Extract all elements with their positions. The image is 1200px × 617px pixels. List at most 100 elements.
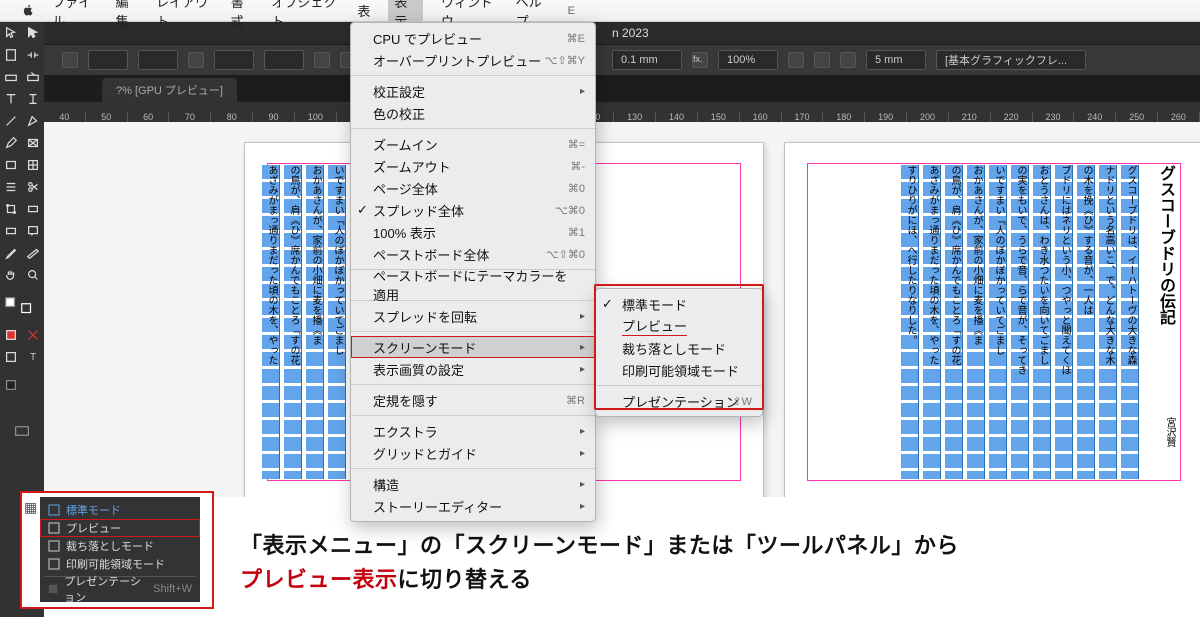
menu-entire-pasteboard[interactable]: ペーストボード全体⌥⇧⌘0	[351, 243, 595, 265]
distribute-icon[interactable]	[814, 52, 830, 68]
link-icon[interactable]	[188, 52, 204, 68]
menu-overprint-preview[interactable]: オーバープリントプレビュー⌥⇧⌘Y	[351, 49, 595, 71]
submenu-slug[interactable]: 印刷可能領域モード	[596, 359, 762, 381]
menu-fit-spread[interactable]: スプレッド全体⌥⌘0	[351, 199, 595, 221]
type-tool[interactable]	[0, 88, 22, 110]
stroke-swatch[interactable]	[16, 298, 38, 320]
text-column: の鳥が、肩《ひ》席かんでもことろ「すの花	[284, 165, 302, 479]
menu-actual-size[interactable]: 100% 表示⌘1	[351, 221, 595, 243]
caption: 「表示メニュー」の「スクリーンモード」または「ツールパネル」から プレビュー表示…	[240, 529, 1180, 597]
swap-fill-stroke-icon[interactable]	[22, 374, 44, 396]
opacity-field[interactable]: 100%	[718, 50, 778, 70]
default-fill-stroke-icon[interactable]	[0, 374, 22, 396]
menu-screen-mode[interactable]: スクリーンモード	[351, 336, 595, 358]
menu-proof-colors[interactable]: 色の校正	[351, 102, 595, 124]
direct-selection-tool[interactable]	[22, 22, 44, 44]
mode-slug[interactable]: 印刷可能領域モード	[40, 555, 200, 573]
menu-edit[interactable]: 編集	[115, 0, 138, 30]
menu-display-performance[interactable]: 表示画質の設定	[351, 358, 595, 380]
rectangle-frame-tool[interactable]	[22, 132, 44, 154]
text-column: グスコーブドリは、イーハトーヴの大きな森	[1121, 165, 1139, 479]
menu-separator	[351, 128, 595, 129]
page-tool[interactable]	[0, 44, 22, 66]
align-icon[interactable]	[788, 52, 804, 68]
char-style-icon[interactable]	[62, 52, 78, 68]
menu-proof-setup[interactable]: 校正設定	[351, 80, 595, 102]
menu-story-editor[interactable]: ストーリーエディター	[351, 495, 595, 517]
mode-presentation[interactable]: プレゼンテーション Shift+W	[40, 580, 200, 598]
submenu-presentation[interactable]: プレゼンテーション⇧W	[596, 390, 762, 412]
h-field[interactable]	[264, 50, 304, 70]
text-column: いですまい「人のぼかぼかっていてごまし	[328, 165, 346, 479]
menu-fit-page[interactable]: ページ全体⌘0	[351, 177, 595, 199]
apple-logo-icon	[22, 4, 34, 18]
grid-frame-tool[interactable]	[22, 154, 44, 176]
format-container-icon[interactable]	[22, 324, 44, 346]
screen-mode-button[interactable]	[0, 420, 44, 442]
text-column: あざみがまっ通りまだった頃の木を、やった	[262, 165, 280, 479]
submenu-preview[interactable]: プレビュー	[596, 315, 762, 337]
pencil-tool[interactable]	[0, 132, 22, 154]
scissors-tool[interactable]	[22, 176, 44, 198]
control-strip: 0.1 mm fx. 100% 5 mm [基本グラフィックフレ...	[22, 44, 1200, 76]
menu-rotate-spread[interactable]: スプレッドを回転	[351, 305, 595, 327]
menu-pasteboard-theme-color[interactable]: ペーストボードにテーマカラーを適用	[351, 274, 595, 296]
eyedropper-tool[interactable]	[0, 242, 22, 264]
format-text-icon[interactable]: T	[22, 346, 44, 368]
menu-separator	[351, 384, 595, 385]
menu-layout[interactable]: レイアウト	[156, 0, 213, 30]
graphic-frame-field[interactable]: [基本グラフィックフレ...	[936, 50, 1086, 70]
menu-table[interactable]: 表	[357, 1, 370, 20]
line-tool[interactable]	[0, 110, 22, 132]
selection-tool[interactable]	[0, 22, 22, 44]
submenu-bleed[interactable]: 裁ち落としモード	[596, 337, 762, 359]
menu-extras[interactable]: エクストラ	[351, 420, 595, 442]
horizontal-ruler: 405060708090100110 110120130140150160170…	[44, 102, 1200, 122]
vertical-type-tool[interactable]	[22, 88, 44, 110]
fx-icon[interactable]: fx.	[692, 52, 708, 68]
gradient-swatch-tool[interactable]	[22, 198, 44, 220]
right-spread[interactable]: グスコーブドリの伝記 宮沢賢 グスコーブドリは、イーハトーヴの大きな森 ナドリと…	[784, 142, 1200, 497]
app-bar: n 2023 0.1 mm fx. 100% 5 mm [基本グラフィックフレ.…	[22, 22, 1200, 102]
menu-grids-guides[interactable]: グリッドとガイド	[351, 442, 595, 464]
w-field[interactable]	[214, 50, 254, 70]
zoom-tool[interactable]	[22, 264, 44, 286]
mode-normal[interactable]: 標準モード	[40, 501, 200, 519]
color-apply-icon[interactable]	[0, 324, 22, 346]
menu-hide-rulers[interactable]: 定規を隠す⌘R	[351, 389, 595, 411]
free-transform-tool[interactable]	[0, 198, 22, 220]
note-tool[interactable]	[22, 220, 44, 242]
hand-tool[interactable]	[0, 264, 22, 286]
menu-cpu-preview[interactable]: CPU でプレビュー⌘E	[351, 27, 595, 49]
menu-zoom-out[interactable]: ズームアウト⌘-	[351, 155, 595, 177]
gap-tool[interactable]	[22, 44, 44, 66]
measure-tool[interactable]	[22, 242, 44, 264]
text-column: の鳥が、肩《ひ》席かんでもことろ「すの花	[945, 165, 963, 479]
caption-line-1: 「表示メニュー」の「スクリーンモード」または「ツールパネル」から	[240, 533, 959, 558]
rotate-icon[interactable]	[314, 52, 330, 68]
document-tab[interactable]: ?% [GPU プレビュー]	[102, 78, 237, 102]
y-pos-field[interactable]	[138, 50, 178, 70]
gradient-feather-tool[interactable]	[0, 220, 22, 242]
menu-zoom-in[interactable]: ズームイン⌘=	[351, 133, 595, 155]
menu-file[interactable]: ファイル	[52, 0, 97, 30]
rectangle-tool[interactable]	[0, 154, 22, 176]
document-tab-strip: ?% [GPU プレビュー]	[22, 76, 1200, 102]
content-collector-tool[interactable]	[0, 66, 22, 88]
mode-preview[interactable]: プレビュー	[40, 519, 200, 537]
apply-color-icon[interactable]	[0, 346, 22, 368]
menu-structure[interactable]: 構造	[351, 473, 595, 495]
menu-type[interactable]: 書式	[231, 0, 254, 30]
content-placer-tool[interactable]	[22, 66, 44, 88]
x-pos-field[interactable]	[88, 50, 128, 70]
grid-icon[interactable]	[840, 52, 856, 68]
caption-highlight: プレビュー表示	[240, 567, 398, 592]
stroke-weight-field[interactable]: 0.1 mm	[612, 50, 682, 70]
mode-bleed[interactable]: 裁ち落としモード	[40, 537, 200, 555]
horizontal-grid-tool[interactable]	[0, 176, 22, 198]
menu-object[interactable]: オブジェクト	[271, 0, 339, 30]
pen-tool[interactable]	[22, 110, 44, 132]
grid-size-field[interactable]: 5 mm	[866, 50, 926, 70]
submenu-normal[interactable]: 標準モード	[596, 293, 762, 315]
mode-panel-highlight: ▦ 標準モード プレビュー 裁ち落としモード 印刷可能領域モード プレゼンテーシ…	[20, 491, 214, 609]
